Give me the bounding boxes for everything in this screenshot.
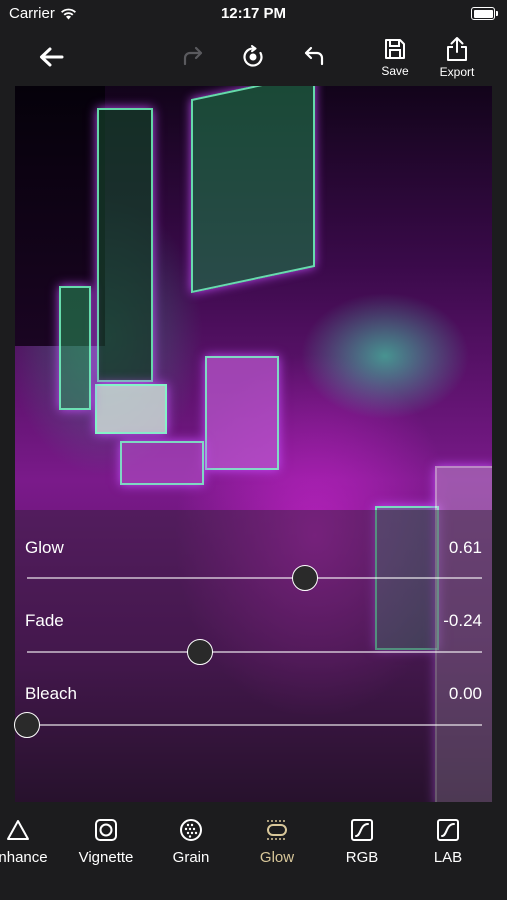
- fade-slider-track[interactable]: [27, 639, 482, 665]
- tab-grain-label: Grain: [172, 849, 210, 866]
- share-icon: [447, 36, 467, 61]
- back-arrow-icon: [40, 47, 64, 67]
- save-button[interactable]: Save: [373, 28, 417, 86]
- photo-sign: [97, 108, 153, 382]
- photo-sign: [59, 286, 91, 410]
- clock: 12:17 PM: [220, 5, 287, 22]
- fade-slider-thumb[interactable]: [186, 639, 213, 665]
- tab-rgb[interactable]: RGB: [322, 818, 402, 866]
- tool-tab-bar: Enhance Vignette Grain Glow: [0, 802, 507, 900]
- grain-icon: [180, 819, 202, 841]
- tab-enhance-label: Enhance: [0, 849, 48, 866]
- glow-icon: [267, 820, 287, 840]
- compare-reset-icon: [243, 45, 263, 67]
- photo-sign: [95, 384, 167, 434]
- tab-glow-label: Glow: [259, 849, 295, 866]
- curve-icon: [437, 819, 459, 841]
- save-disk-icon: [385, 38, 405, 59]
- tab-rgb-label: RGB: [345, 849, 379, 866]
- export-label: Export: [439, 64, 475, 79]
- tab-enhance[interactable]: Enhance: [0, 818, 58, 866]
- tab-glow[interactable]: Glow: [237, 818, 317, 866]
- tab-lab[interactable]: LAB: [408, 818, 488, 866]
- vignette-icon: [95, 819, 117, 841]
- photo-sign: [120, 441, 204, 485]
- adjustment-panel: Glow 0.61 Fade -0.24 Bleach 0.00: [14, 510, 492, 802]
- editor-toolbar: Save Export: [0, 28, 507, 86]
- glow-slider-thumb[interactable]: [291, 565, 318, 591]
- undo-icon: [304, 46, 324, 66]
- tab-vignette-label: Vignette: [78, 849, 134, 866]
- tab-lab-label: LAB: [433, 849, 463, 866]
- redo-button[interactable]: [172, 28, 214, 86]
- bleach-value: 0.00: [448, 684, 482, 703]
- glow-value: 0.61: [448, 538, 482, 557]
- status-bar: Carrier 12:17 PM: [0, 0, 507, 28]
- tab-grain[interactable]: Grain: [151, 818, 231, 866]
- photo-sign: [191, 86, 315, 294]
- tab-vignette[interactable]: Vignette: [66, 818, 146, 866]
- save-label: Save: [381, 63, 409, 78]
- triangle-icon: [7, 820, 29, 840]
- curve-icon: [351, 819, 373, 841]
- compare-button[interactable]: [232, 28, 274, 86]
- bleach-label: Bleach: [25, 684, 77, 703]
- glow-slider-track[interactable]: [27, 565, 482, 591]
- battery-icon: [471, 7, 498, 20]
- bleach-slider-track[interactable]: [14, 712, 482, 738]
- bleach-slider-thumb[interactable]: [14, 712, 40, 738]
- fade-value: -0.24: [443, 611, 482, 630]
- fade-label: Fade: [25, 611, 64, 630]
- export-button[interactable]: Export: [432, 28, 482, 86]
- undo-button[interactable]: [293, 28, 335, 86]
- back-button[interactable]: [30, 28, 72, 86]
- photo-sign: [205, 356, 279, 470]
- redo-icon: [183, 46, 203, 66]
- glow-label: Glow: [25, 538, 64, 557]
